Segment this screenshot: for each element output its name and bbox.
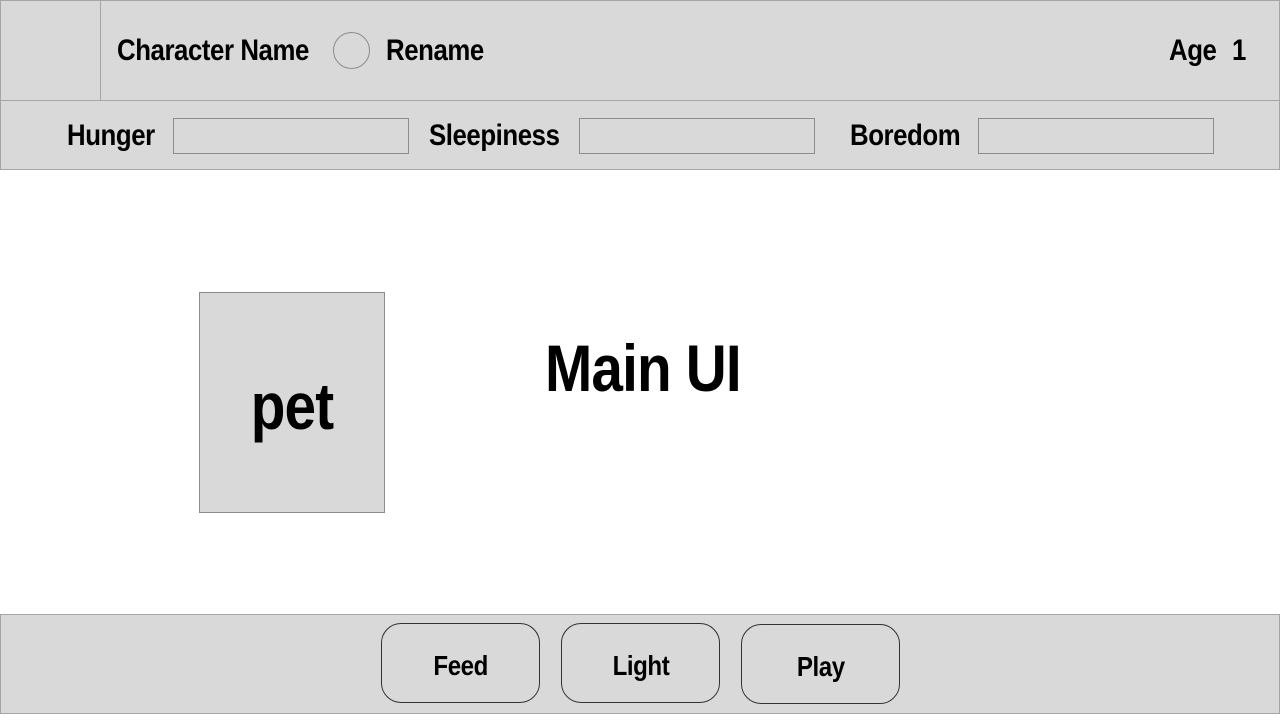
character-name: Character Name [117, 34, 309, 67]
stats-bar: Hunger Sleepiness Boredom [0, 100, 1280, 170]
play-button-label: Play [796, 651, 845, 682]
age-value: 1 [1232, 34, 1246, 67]
pet-label: pet [250, 368, 334, 443]
sleepiness-label: Sleepiness [429, 119, 560, 152]
light-button[interactable]: Light [561, 623, 720, 703]
hunger-meter [173, 118, 409, 154]
header-bar: Character Name Rename Age 1 [0, 0, 1280, 101]
play-button[interactable]: Play [741, 624, 900, 704]
pet-label-wrap: pet [200, 293, 384, 512]
boredom-label: Boredom [850, 119, 961, 152]
feed-button[interactable]: Feed [381, 623, 540, 703]
rename-label: Rename [386, 34, 484, 67]
main-ui-title: Main UI [545, 331, 742, 405]
hunger-label: Hunger [67, 119, 155, 152]
feed-button-label: Feed [433, 650, 488, 681]
age-label: Age [1169, 34, 1217, 67]
action-bar: Feed Light Play [0, 614, 1280, 714]
pet-display[interactable]: pet [199, 292, 385, 513]
boredom-meter [978, 118, 1214, 154]
light-button-label: Light [612, 650, 669, 681]
sleepiness-meter [579, 118, 815, 154]
game-screen: Character Name Rename Age 1 Hunger Sleep… [0, 0, 1280, 720]
character-avatar [1, 1, 101, 100]
rename-button[interactable] [333, 32, 370, 69]
